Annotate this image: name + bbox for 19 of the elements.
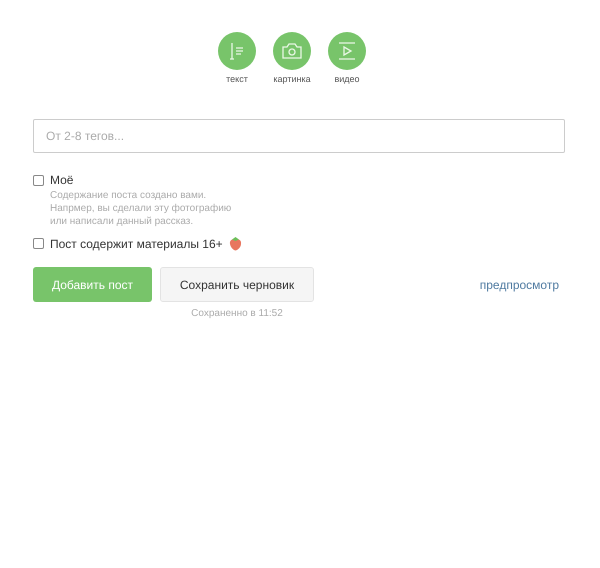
camera-icon	[282, 43, 302, 59]
text-type-button[interactable]	[218, 32, 256, 70]
type-label: видео	[334, 74, 360, 84]
preview-link[interactable]: предпросмотр	[480, 278, 559, 292]
play-icon	[338, 42, 356, 60]
option-label: Моё	[50, 173, 74, 187]
option-hint: Содержание поста создано вами. Напрмер, вы сделали эту фотографию или написали данный рассказ.	[50, 189, 232, 228]
type-label: картинка	[273, 74, 311, 84]
option-label: Пост содержит материалы 16+	[50, 236, 223, 250]
strawberry-icon	[228, 236, 242, 251]
video-type-button[interactable]	[328, 32, 366, 70]
tags-input-field[interactable]: От 2-8 тегов...	[33, 119, 565, 153]
save-draft-button[interactable]: Сохранить черновик	[160, 267, 314, 302]
type-label: текст	[226, 74, 248, 84]
checkbox[interactable]	[33, 174, 44, 186]
photo-type-button[interactable]	[273, 32, 311, 70]
saved-time-note: Сохраненно в 11:52	[191, 308, 283, 319]
checkbox[interactable]	[33, 238, 44, 249]
text-lines-icon	[228, 42, 246, 60]
